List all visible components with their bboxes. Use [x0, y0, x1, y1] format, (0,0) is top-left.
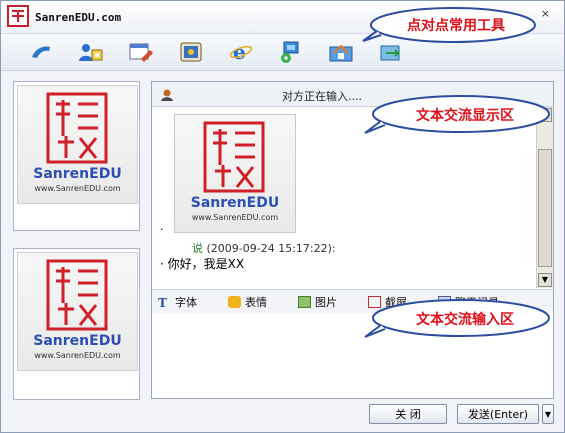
callout-input: 文本交流输入区: [361, 297, 553, 341]
message-meta: 说 (2009-09-24 15:17:22):: [192, 240, 336, 256]
self-avatar-panel: SanrenEDU www.SanrenEDU.com: [13, 248, 140, 400]
home-folder-icon[interactable]: [327, 39, 355, 65]
svg-text:e: e: [233, 41, 246, 63]
picture-icon: [298, 296, 311, 308]
scroll-thumb[interactable]: [538, 149, 552, 267]
chat-window: SanrenEDU.com × e 点对点常用工具 SanrenEDU www.…: [0, 0, 565, 433]
brand-url: www.SanrenEDU.com: [34, 184, 121, 193]
message-body: 你好，我是XX: [167, 257, 245, 271]
emoji-button[interactable]: 表情: [228, 294, 267, 310]
message-bullet: ·: [160, 257, 164, 271]
edit-note-icon[interactable]: [127, 39, 155, 65]
app-logo-icon: [7, 5, 29, 27]
media-player-icon[interactable]: [177, 39, 205, 65]
network-icon[interactable]: [277, 39, 305, 65]
brand-text: SanrenEDU: [33, 166, 122, 182]
font-button[interactable]: T 字体: [158, 294, 197, 310]
svg-text:T: T: [158, 296, 167, 308]
callout-tools-text: 点对点常用工具: [407, 18, 505, 34]
picture-button[interactable]: 图片: [298, 294, 337, 310]
scroll-down-button[interactable]: ▼: [538, 273, 552, 287]
callout-input-text: 文本交流输入区: [416, 312, 514, 328]
message-timestamp: (2009-09-24 15:17:22):: [206, 242, 336, 255]
message-sender: 说: [192, 242, 203, 255]
brand-text: SanrenEDU: [190, 195, 280, 211]
window-title: SanrenEDU.com: [35, 11, 122, 24]
ie-browser-icon[interactable]: e: [227, 39, 255, 65]
callout-display: 文本交流显示区: [361, 93, 553, 137]
send-options-dropdown[interactable]: ▼: [542, 404, 554, 424]
typing-status-icon: [160, 87, 174, 106]
brand-url: www.SanrenEDU.com: [34, 351, 121, 360]
add-contact-icon[interactable]: [77, 39, 105, 65]
font-label: 字体: [175, 296, 197, 309]
close-button[interactable]: 关 闭: [369, 404, 447, 424]
message-bullet: ·: [160, 223, 164, 236]
emoji-label: 表情: [245, 296, 267, 309]
callout-tools: 点对点常用工具: [359, 5, 539, 45]
send-button[interactable]: 发送(Enter): [457, 404, 539, 424]
message-text: · 你好，我是XX: [160, 255, 244, 272]
brand-text: SanrenEDU: [33, 333, 122, 349]
brand-url: www.SanrenEDU.com: [191, 213, 279, 222]
typing-status-text: 对方正在输入....: [282, 90, 362, 103]
peer-avatar: SanrenEDU www.SanrenEDU.com: [17, 85, 138, 204]
emoji-icon: [228, 296, 241, 308]
peer-avatar-panel: SanrenEDU www.SanrenEDU.com: [13, 81, 140, 231]
font-icon: T: [158, 296, 171, 310]
phone-icon[interactable]: [27, 39, 55, 65]
picture-label: 图片: [315, 296, 337, 309]
window-close-button[interactable]: ×: [541, 7, 550, 20]
callout-display-text: 文本交流显示区: [416, 108, 514, 124]
self-avatar: SanrenEDU www.SanrenEDU.com: [17, 252, 138, 371]
message-image: SanrenEDU www.SanrenEDU.com: [174, 114, 296, 233]
